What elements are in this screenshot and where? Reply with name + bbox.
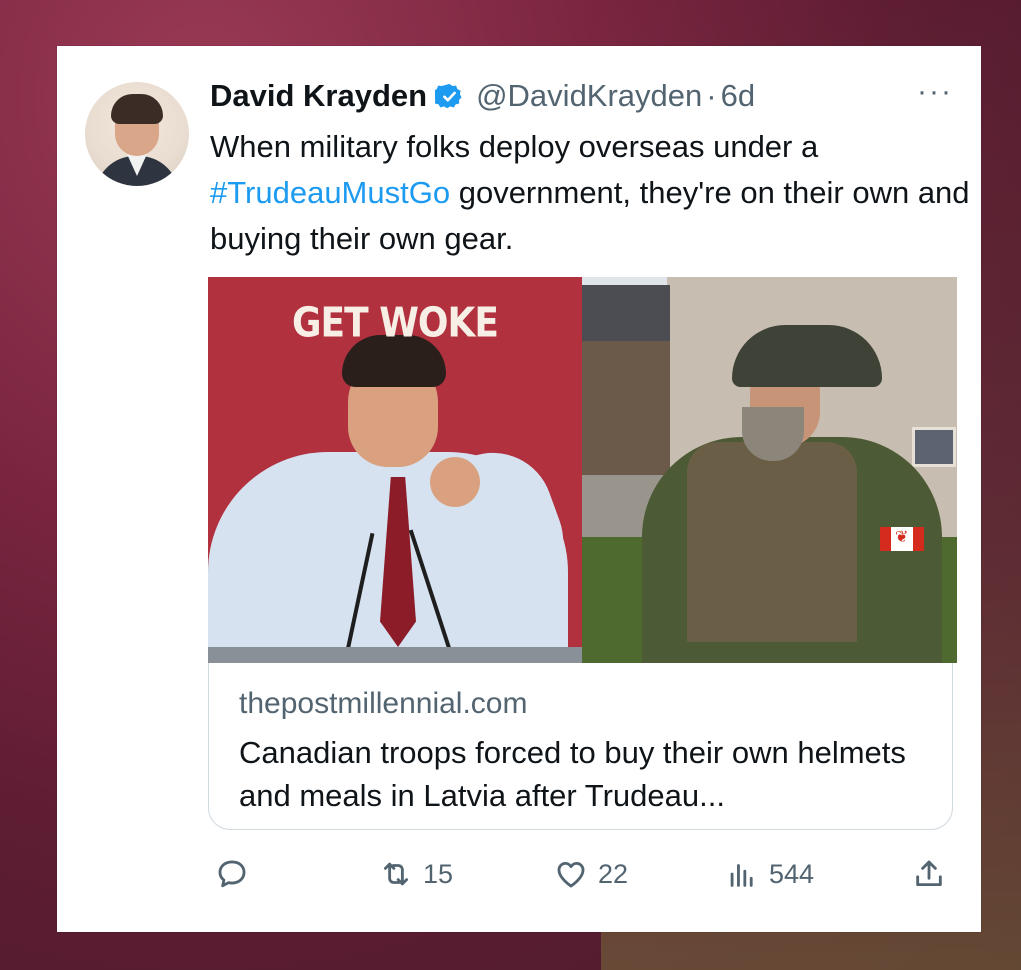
like-count: 22 [598, 858, 629, 889]
like-button[interactable]: 22 [554, 854, 628, 894]
tweet-time[interactable]: 6d [721, 78, 755, 114]
retweet-button[interactable]: 15 [379, 854, 453, 894]
link-card[interactable]: thepostmillennial.com Canadian troops fo… [208, 663, 953, 830]
retweet-icon [383, 862, 409, 886]
views-button[interactable]: 544 [725, 854, 814, 894]
separator-dot: · [706, 78, 717, 113]
views-icon [730, 864, 753, 887]
retweet-count: 15 [423, 858, 454, 889]
avatar[interactable] [85, 82, 189, 186]
reply-icon [218, 860, 246, 888]
verified-badge-icon [435, 83, 462, 108]
link-title: Canadian troops forced to buy their own … [239, 735, 906, 813]
image-caption: GET WOKE [291, 299, 499, 348]
image-left-politician: GET WOKE [208, 277, 582, 663]
tweet-card[interactable]: David Krayden @DavidKrayden · 6d ··· Whe… [57, 46, 981, 932]
share-button[interactable] [912, 854, 946, 894]
reply-button[interactable] [215, 854, 259, 894]
tweet-text: When military folks deploy overseas unde… [210, 124, 970, 262]
tweet-header: David Krayden @DavidKrayden · 6d [210, 76, 755, 116]
author-handle[interactable]: @DavidKrayden [476, 78, 702, 114]
hashtag-link[interactable]: #TrudeauMustGo [210, 175, 450, 210]
link-domain: thepostmillennial.com [239, 687, 528, 720]
action-bar: 15 22 544 [57, 854, 981, 894]
more-icon[interactable]: ··· [917, 77, 953, 107]
tweet-text-part1: When military folks deploy overseas unde… [210, 129, 819, 164]
link-card-image[interactable]: GET WOKE [208, 277, 957, 663]
views-count: 544 [769, 858, 815, 889]
image-right-soldier [582, 277, 957, 663]
like-icon [557, 861, 585, 888]
share-icon [916, 860, 942, 887]
canada-flag-patch [880, 527, 924, 551]
author-name[interactable]: David Krayden [210, 78, 427, 114]
